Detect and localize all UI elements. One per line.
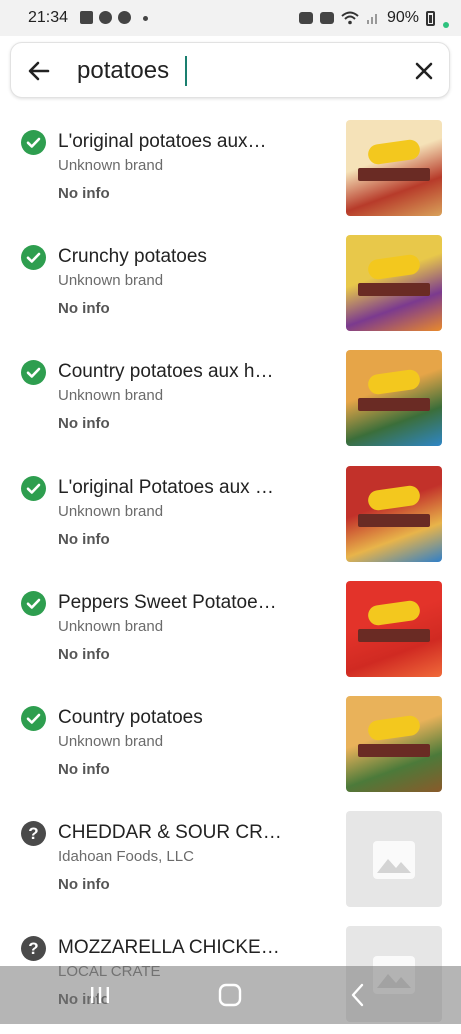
result-item[interactable]: Country potatoes aux h… Unknown brand No i… bbox=[0, 342, 461, 457]
pack-label bbox=[358, 628, 430, 642]
check-circle-icon bbox=[21, 475, 46, 501]
result-title: L'original potatoes aux… bbox=[58, 131, 267, 152]
result-brand: Unknown brand bbox=[58, 272, 164, 290]
recent-apps-icon[interactable] bbox=[85, 980, 115, 1010]
image-placeholder bbox=[346, 811, 442, 908]
pack-logo bbox=[366, 138, 422, 166]
navigation-bar bbox=[0, 966, 461, 1024]
result-item[interactable]: Peppers Sweet Potatoe… Unknown brand No in… bbox=[0, 573, 461, 688]
status-left-icons bbox=[80, 11, 148, 24]
result-brand: Idahoan Foods, LLC bbox=[58, 848, 194, 866]
result-brand: Unknown brand bbox=[58, 732, 164, 750]
pack-label bbox=[358, 513, 430, 527]
result-title: MOZZARELLA CHICKE… bbox=[58, 937, 280, 959]
pack-label bbox=[358, 398, 430, 412]
privacy-indicator bbox=[443, 22, 449, 28]
dot-icon bbox=[143, 16, 148, 21]
result-title: Crunchy potatoes bbox=[58, 246, 207, 268]
whatsapp-icon bbox=[99, 11, 112, 24]
product-image bbox=[346, 350, 442, 447]
search-bar bbox=[10, 42, 450, 98]
check-circle-icon bbox=[21, 705, 46, 731]
result-info: No info bbox=[58, 760, 110, 778]
pack-label bbox=[358, 743, 430, 757]
result-title: Country potatoes aux h… bbox=[58, 361, 274, 383]
status-time: 21:34 bbox=[28, 9, 69, 26]
gallery-icon bbox=[80, 11, 93, 24]
result-title: CHEDDAR & SOUR CR… bbox=[58, 822, 282, 844]
pack-label bbox=[358, 283, 430, 297]
battery-icon bbox=[426, 10, 435, 26]
signal-icon bbox=[366, 14, 377, 24]
result-brand: Unknown brand bbox=[58, 387, 164, 405]
check-circle-icon bbox=[21, 590, 46, 616]
result-item[interactable]: Country potatoes Unknown brand No info bbox=[0, 688, 461, 803]
result-info: No info bbox=[58, 645, 110, 663]
status-right-icons: 90% bbox=[298, 9, 435, 27]
result-info: No info bbox=[58, 300, 110, 318]
pack-logo bbox=[366, 368, 422, 396]
result-item[interactable]: L'original Potatoes aux … Unknown brand No… bbox=[0, 458, 461, 573]
battery-percent: 90% bbox=[386, 9, 419, 26]
product-image bbox=[346, 120, 442, 216]
status-bar: 21:34 90% bbox=[0, 0, 461, 36]
product-image bbox=[346, 465, 442, 562]
image-icon bbox=[373, 841, 415, 880]
pack-logo bbox=[366, 714, 422, 742]
result-info: No info bbox=[58, 185, 110, 202]
result-brand: Unknown brand bbox=[58, 502, 164, 520]
wifi-icon bbox=[341, 11, 359, 25]
result-title: Country potatoes bbox=[58, 706, 203, 728]
close-icon[interactable] bbox=[411, 58, 437, 84]
arrow-left-icon[interactable] bbox=[25, 57, 53, 85]
product-image bbox=[346, 235, 442, 332]
back-icon[interactable] bbox=[343, 980, 373, 1010]
pack-label bbox=[358, 168, 430, 181]
question-circle-icon: ? bbox=[21, 936, 46, 962]
pack-logo bbox=[366, 253, 422, 281]
result-item[interactable]: Crunchy potatoes Unknown brand No info bbox=[0, 227, 461, 342]
result-title: Peppers Sweet Potatoe… bbox=[58, 591, 277, 613]
result-item[interactable]: ? CHEDDAR & SOUR CR… Idahoan Foods, LLC No … bbox=[0, 803, 461, 918]
product-image bbox=[346, 580, 442, 677]
result-brand: Unknown brand bbox=[58, 157, 164, 174]
result-item[interactable]: L'original potatoes aux… Unknown brand No … bbox=[0, 112, 461, 227]
result-title: L'original Potatoes aux … bbox=[58, 476, 274, 498]
product-image bbox=[346, 695, 442, 792]
check-circle-icon bbox=[21, 360, 46, 386]
pack-logo bbox=[366, 484, 422, 512]
pack-logo bbox=[366, 599, 422, 627]
home-icon[interactable] bbox=[215, 980, 245, 1010]
notification-icon bbox=[118, 11, 131, 24]
question-circle-icon: ? bbox=[21, 821, 46, 847]
check-circle-icon bbox=[21, 130, 46, 155]
result-info: No info bbox=[58, 415, 110, 433]
results-list: L'original potatoes aux… Unknown brand No … bbox=[0, 112, 461, 1034]
alarm-icon bbox=[298, 12, 313, 24]
result-info: No info bbox=[58, 530, 110, 548]
text-caret bbox=[185, 56, 187, 86]
result-brand: Unknown brand bbox=[58, 617, 164, 635]
mute-icon bbox=[319, 12, 334, 24]
result-info: No info bbox=[58, 876, 110, 894]
check-circle-icon bbox=[21, 245, 46, 271]
search-input[interactable] bbox=[77, 53, 387, 89]
